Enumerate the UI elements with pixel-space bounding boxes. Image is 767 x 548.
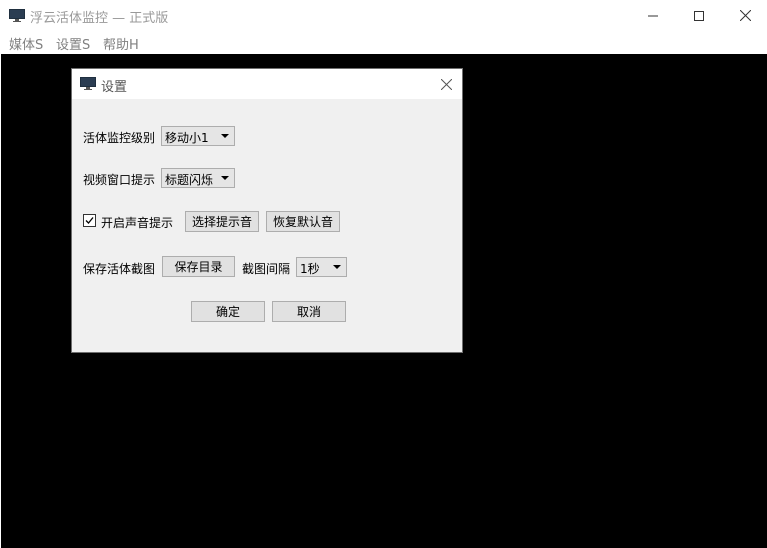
sound-checkbox[interactable] <box>83 214 96 227</box>
close-button[interactable] <box>722 0 767 31</box>
interval-label: 截图间隔 <box>242 262 291 276</box>
minimize-icon <box>648 15 658 16</box>
save-directory-button[interactable]: 保存目录 <box>162 256 235 277</box>
choose-sound-button[interactable]: 选择提示音 <box>185 211 259 232</box>
monitor-level-select[interactable]: 移动小1 <box>161 126 235 146</box>
ok-button[interactable]: 确定 <box>191 301 265 322</box>
menu-help[interactable]: 帮助H <box>103 34 139 53</box>
chevron-down-icon <box>333 265 341 269</box>
maximize-icon <box>694 10 704 21</box>
sound-checkbox-label[interactable]: 开启声音提示 <box>101 214 173 231</box>
monitor-icon <box>9 9 25 22</box>
window-title: 浮云活体监控 — 正式版 <box>30 11 169 26</box>
close-icon <box>739 10 751 21</box>
maximize-button[interactable] <box>676 0 722 31</box>
checkmark-icon <box>85 217 94 224</box>
close-icon <box>440 78 452 90</box>
title-bar: 浮云活体监控 — 正式版 <box>0 0 767 31</box>
interval-select[interactable]: 1秒 <box>296 257 347 277</box>
menu-media[interactable]: 媒体S <box>9 34 43 53</box>
video-hint-value: 标题闪烁 <box>165 173 214 187</box>
video-hint-select[interactable]: 标题闪烁 <box>161 168 235 188</box>
settings-dialog: 设置 活体监控级别 移动小1 视频窗口提示 标题闪烁 开启声音提示 选择提示音 … <box>71 68 463 353</box>
video-hint-label: 视频窗口提示 <box>83 173 156 187</box>
interval-value: 1秒 <box>300 262 320 276</box>
chevron-down-icon <box>221 176 229 180</box>
menu-bar: 媒体S 设置S 帮助H <box>0 31 767 53</box>
menu-settings[interactable]: 设置S <box>56 34 90 53</box>
cancel-button[interactable]: 取消 <box>272 301 346 322</box>
chevron-down-icon <box>221 134 229 138</box>
dialog-title-bar: 设置 <box>72 69 462 99</box>
restore-default-sound-button[interactable]: 恢复默认音 <box>266 211 340 232</box>
monitor-level-value: 移动小1 <box>165 131 209 145</box>
monitor-level-label: 活体监控级别 <box>83 131 156 145</box>
dialog-title: 设置 <box>101 80 128 95</box>
dialog-close-button[interactable] <box>438 76 454 92</box>
monitor-icon <box>80 77 96 90</box>
minimize-button[interactable] <box>630 0 676 31</box>
main-window: 浮云活体监控 — 正式版 媒体S 设置S 帮助H 设置 活体监控级别 移动小1 … <box>0 0 767 548</box>
screenshot-label: 保存活体截图 <box>83 262 156 276</box>
